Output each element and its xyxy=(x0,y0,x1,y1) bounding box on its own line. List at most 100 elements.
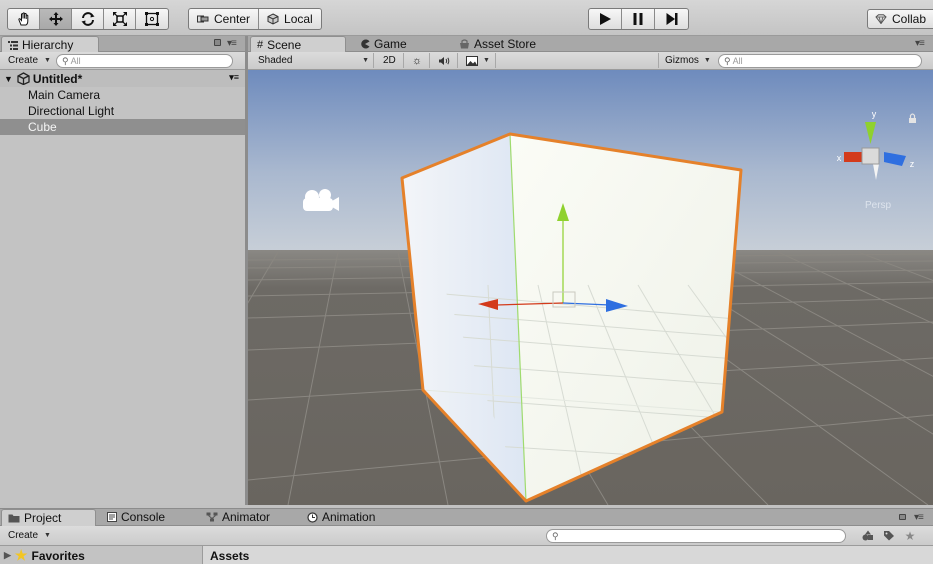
toggle-2d-button[interactable]: 2D xyxy=(376,53,404,68)
hierarchy-item-cube[interactable]: Cube xyxy=(0,119,245,135)
hand-tool-button[interactable] xyxy=(8,9,40,29)
clock-icon xyxy=(307,511,318,523)
tab-hierarchy[interactable]: Hierarchy xyxy=(1,36,99,53)
create-label: Create xyxy=(8,530,39,541)
audio-toggle[interactable] xyxy=(432,53,458,68)
rect-transform-icon xyxy=(145,12,159,26)
pivot-rotation-label: Local xyxy=(284,12,313,26)
move-icon xyxy=(48,12,63,26)
collab-icon xyxy=(875,14,887,24)
pause-button[interactable] xyxy=(622,9,655,29)
tree-item-label: Cube xyxy=(28,120,57,134)
panel-menu-icon[interactable]: ▾≡ xyxy=(914,512,924,523)
tab-animator[interactable]: Animator xyxy=(200,509,295,525)
scale-tool-button[interactable] xyxy=(104,9,136,29)
panel-menu-icon[interactable]: ▾≡ xyxy=(227,38,237,49)
favorites-row[interactable]: ▶ ★ Favorites xyxy=(0,546,200,564)
lighting-toggle[interactable]: ☼ xyxy=(406,53,430,68)
list-icon xyxy=(8,40,18,50)
console-icon xyxy=(107,512,117,522)
tab-hierarchy-label: Hierarchy xyxy=(22,38,74,52)
tag-icon xyxy=(884,531,894,541)
scene-menu-icon[interactable]: ▾≡ xyxy=(229,72,239,83)
folder-icon xyxy=(8,514,20,523)
hierarchy-tabbar: Hierarchy ▾≡ xyxy=(0,36,245,53)
axis-z-label: z xyxy=(910,159,915,169)
play-button[interactable] xyxy=(589,9,622,29)
scene-toolbar: Shaded ▼ 2D ☼ ▼ Gizmos ▼ ⚲ All xyxy=(248,52,933,70)
pacman-icon xyxy=(361,39,370,49)
hierarchy-item-directional-light[interactable]: Directional Light xyxy=(0,103,245,119)
hierarchy-search-input[interactable]: ⚲ All xyxy=(56,54,233,68)
scene-render[interactable]: y x z Persp xyxy=(248,70,933,505)
caret-down-icon: ▼ xyxy=(703,57,711,64)
expand-arrow-icon[interactable]: ▼ xyxy=(4,74,13,84)
filter-by-label-button[interactable] xyxy=(879,528,899,543)
scene-search-input[interactable]: ⚲ All xyxy=(718,54,922,68)
tab-game-label: Game xyxy=(374,37,407,51)
caret-down-icon: ▼ xyxy=(44,57,51,64)
caret-down-icon: ▼ xyxy=(362,57,369,64)
axis-y-label: y xyxy=(872,109,877,119)
projection-label[interactable]: Persp xyxy=(865,200,892,211)
store-icon xyxy=(460,39,469,49)
panel-menu-icon[interactable]: ▾≡ xyxy=(915,38,925,49)
search-icon: ⚲ xyxy=(62,55,69,66)
animator-icon xyxy=(206,512,218,522)
tab-asset-store[interactable]: Asset Store xyxy=(453,36,553,52)
transform-tools xyxy=(7,8,169,30)
favorites-button[interactable]: ★ xyxy=(900,528,920,543)
pivot-rotation-button[interactable]: Local xyxy=(259,9,321,29)
search-placeholder: All xyxy=(732,56,743,66)
tab-animation[interactable]: Animation xyxy=(301,509,401,525)
rotate-tool-button[interactable] xyxy=(72,9,104,29)
pivot-mode-button[interactable]: Center xyxy=(189,9,260,29)
scene-viewport[interactable]: y x z Persp xyxy=(248,70,933,505)
image-effects-icon xyxy=(466,55,478,66)
expand-arrow-icon[interactable]: ▶ xyxy=(4,550,11,561)
create-dropdown[interactable]: Create ▼ xyxy=(2,528,51,543)
favorites-label: Favorites xyxy=(31,548,85,563)
pause-icon xyxy=(633,13,643,25)
scene-tabbar: # Scene Game Asset Store ▾≡ xyxy=(248,36,933,53)
axis-x-label: x xyxy=(837,153,842,163)
tab-scene[interactable]: # Scene xyxy=(250,36,346,53)
assets-breadcrumb[interactable]: Assets xyxy=(202,546,933,564)
project-panel: Project Console Animator Animation ▾≡ Cr… xyxy=(0,508,933,564)
tab-project[interactable]: Project xyxy=(1,509,96,526)
filter-by-type-button[interactable] xyxy=(858,528,878,543)
lock-icon[interactable] xyxy=(214,39,221,46)
hand-icon xyxy=(17,12,28,26)
step-button[interactable] xyxy=(655,9,688,29)
tab-game[interactable]: Game xyxy=(354,36,444,52)
scene-row[interactable]: ▼ Untitled* ▾≡ xyxy=(0,70,245,87)
assets-label: Assets xyxy=(210,548,250,563)
rect-tool-button[interactable] xyxy=(136,9,168,29)
tab-scene-label: Scene xyxy=(267,38,302,52)
project-search-input[interactable]: ⚲ xyxy=(546,529,846,543)
tab-animation-label: Animation xyxy=(322,510,376,524)
collab-button[interactable]: Collab xyxy=(867,9,933,29)
hierarchy-item-main-camera[interactable]: Main Camera xyxy=(0,87,245,103)
tab-console-label: Console xyxy=(121,510,166,524)
tab-asset-store-label: Asset Store xyxy=(474,37,537,51)
tab-console[interactable]: Console xyxy=(101,509,191,525)
shading-mode-dropdown[interactable]: Shaded ▼ xyxy=(252,53,374,68)
lock-icon[interactable] xyxy=(899,514,906,520)
sun-icon: ☼ xyxy=(412,54,423,67)
scene-name: Untitled* xyxy=(32,71,83,86)
star-icon: ★ xyxy=(14,547,28,563)
local-cube-icon xyxy=(267,13,279,25)
caret-down-icon: ▼ xyxy=(44,532,51,539)
effects-dropdown[interactable]: ▼ xyxy=(460,53,496,68)
pivot-center-icon xyxy=(197,15,209,23)
step-icon xyxy=(666,13,677,25)
shading-mode-label: Shaded xyxy=(258,55,293,66)
star-icon: ★ xyxy=(904,528,916,543)
move-tool-button[interactable] xyxy=(40,9,72,29)
hierarchy-toolbar: Create ▼ ⚲ All xyxy=(0,52,245,70)
playmode-controls xyxy=(588,8,689,30)
create-dropdown[interactable]: Create ▼ xyxy=(2,53,51,68)
gizmos-dropdown[interactable]: Gizmos ▼ xyxy=(658,53,711,68)
caret-down-icon: ▼ xyxy=(483,57,490,64)
